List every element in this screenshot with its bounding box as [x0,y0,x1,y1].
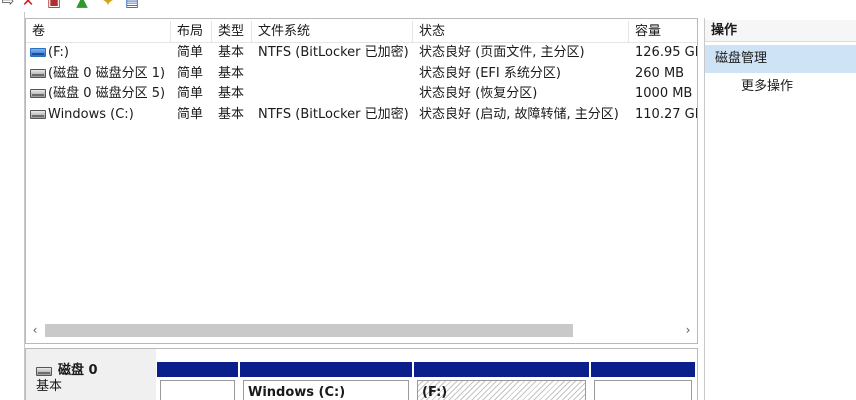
volume-type: 基本 [218,45,245,60]
column-volume[interactable]: 卷 [26,21,171,43]
volume-status: 状态良好 (启动, 故障转储, 主分区) [419,106,619,122]
partition-bar [240,362,412,377]
partition-efi[interactable] [157,362,238,400]
wizard-icon[interactable]: ✦ [100,0,116,9]
drive-icon [36,367,52,376]
volume-name: (磁盘 0 磁盘分区 5) [48,86,166,101]
volume-type: 基本 [218,86,245,101]
volume-type: 基本 [218,65,245,81]
actions-section-disk-management[interactable]: 磁盘管理 [705,45,856,73]
partition-box [594,380,692,400]
volume-capacity: 126.95 GB [635,45,697,60]
table-row[interactable]: Windows (C:) 简单 基本 NTFS (BitLocker 已加密) … [26,105,697,126]
up-arrow-icon[interactable]: ▲ [74,0,90,9]
scrollbar-thumb[interactable] [45,324,573,337]
column-type[interactable]: 类型 [212,21,252,43]
partition-f[interactable]: (F:) [414,362,589,400]
table-row[interactable]: (磁盘 0 磁盘分区 1) 简单 基本 状态良好 (EFI 系统分区) 260 … [26,64,697,85]
partition-label: (F:) [422,385,448,400]
column-header: 卷 布局 类型 文件系统 状态 容量 [26,21,697,43]
volume-layout: 简单 [177,86,204,101]
volume-layout: 简单 [177,45,204,60]
table-row[interactable]: (磁盘 0 磁盘分区 5) 简单 基本 状态良好 (恢复分区) 1000 MB [26,84,697,105]
volume-type: 基本 [218,106,245,122]
volume-capacity: 260 MB [635,65,685,81]
table-row[interactable]: (F:) 简单 基本 NTFS (BitLocker 已加密) 状态良好 (页面… [26,43,697,64]
volume-layout: 简单 [177,65,204,81]
volume-status: 状态良好 (EFI 系统分区) [419,65,561,81]
partition-windows[interactable]: Windows (C:) [240,362,412,400]
column-capacity[interactable]: 容量 [629,21,697,43]
volume-filesystem [252,64,413,84]
volume-capacity: 110.27 GB [635,106,697,122]
volume-name: (F:) [48,45,69,60]
scroll-left-icon[interactable]: ‹ [26,321,44,339]
disk-map: 磁盘 0 基本 Windows (C:) (F:) [25,348,698,400]
disk-name-wrap: 磁盘 0 [36,363,156,379]
help-icon[interactable]: ▤ [124,0,140,9]
volume-status: 状态良好 (页面文件, 主分区) [419,45,585,60]
partition-label: Windows (C:) [248,385,346,400]
column-layout[interactable]: 布局 [171,21,212,43]
disk-name: 磁盘 0 [58,363,98,378]
volume-status: 状态良好 (恢复分区) [419,86,538,101]
disk-label[interactable]: 磁盘 0 基本 [26,349,156,400]
partition-recovery[interactable] [591,362,695,400]
delete-icon[interactable]: ✕ [20,0,36,9]
toolbar: ⇨ ✕ ▣ ▲ ✦ ▤ [0,0,856,12]
more-actions-item[interactable]: 更多操作 [705,75,856,99]
volume-name: (磁盘 0 磁盘分区 1) [48,65,166,81]
partition-box [160,380,235,400]
column-status[interactable]: 状态 [413,21,629,43]
scroll-right-icon[interactable]: › [679,321,697,339]
horizontal-scrollbar[interactable]: ‹ › [26,321,697,339]
volume-layout: 简单 [177,106,204,122]
partition-bar [157,362,238,377]
volume-filesystem: NTFS (BitLocker 已加密) [258,45,409,60]
properties-icon[interactable]: ▣ [46,0,62,9]
column-filesystem[interactable]: 文件系统 [252,21,413,43]
volume-filesystem: NTFS (BitLocker 已加密) [258,106,409,122]
arrow-icon[interactable]: ⇨ [0,0,16,9]
volume-filesystem [252,84,413,104]
volume-name: Windows (C:) [48,106,134,122]
partition-bar [591,362,695,377]
actions-pane: 操作 磁盘管理 更多操作 [704,18,856,400]
console-tree-edge [0,12,25,400]
partition-bar [414,362,589,377]
volume-rows: (F:) 简单 基本 NTFS (BitLocker 已加密) 状态良好 (页面… [26,43,697,125]
volume-list: 卷 布局 类型 文件系统 状态 容量 (F:) 简单 基本 NTFS (BitL… [25,18,698,344]
actions-header: 操作 [705,20,856,42]
volume-capacity: 1000 MB [635,86,693,101]
disk-type: 基本 [36,379,63,394]
